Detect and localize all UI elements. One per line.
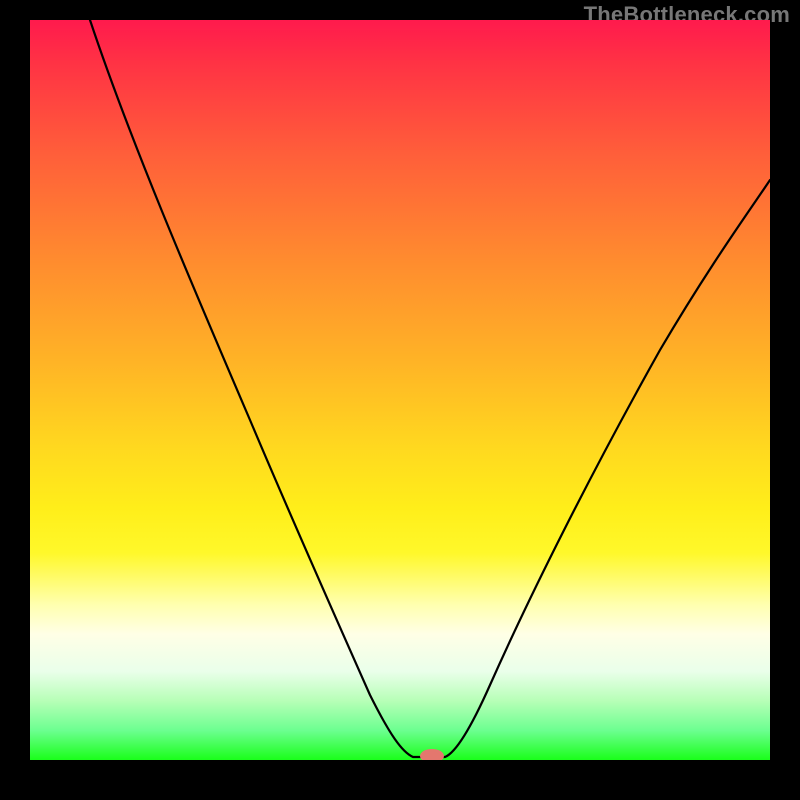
optimal-marker [420, 749, 444, 760]
bottleneck-curve [90, 20, 770, 757]
chart-container: TheBottleneck.com [0, 0, 800, 800]
curve-svg [30, 20, 770, 760]
plot-gradient-area [30, 20, 770, 760]
